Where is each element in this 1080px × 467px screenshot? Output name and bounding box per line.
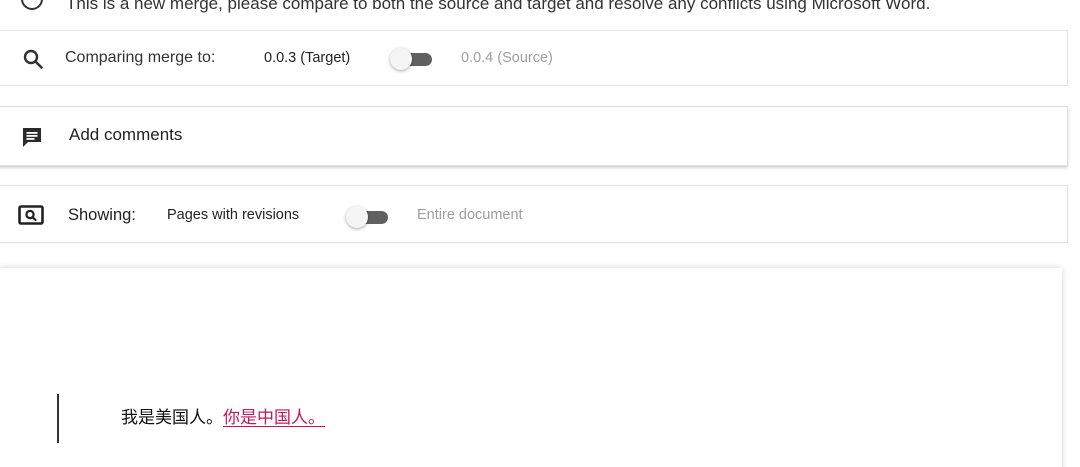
showing-label: Showing: <box>68 206 136 224</box>
info-message: This is a new merge, please compare to b… <box>66 0 931 13</box>
view-icon <box>18 205 44 225</box>
target-version-label[interactable]: 0.0.3 (Target) <box>264 50 350 66</box>
search-icon <box>23 49 43 69</box>
inserted-text[interactable]: 你是中国人。 <box>223 408 337 428</box>
merge-compare-view: This is a new merge, please compare to b… <box>0 0 1080 467</box>
add-comments-row[interactable]: Add comments <box>0 106 1068 166</box>
document-line: 我是美国人。你是中国人。 <box>121 403 337 428</box>
document-preview: 我是美国人。你是中国人。 <box>0 268 1062 467</box>
compare-row: Comparing merge to: 0.0.3 (Target) 0.0.4… <box>0 30 1068 86</box>
source-version-label[interactable]: 0.0.4 (Source) <box>461 50 553 66</box>
original-text: 我是美国人。 <box>121 408 223 428</box>
info-banner: This is a new merge, please compare to b… <box>0 0 1068 28</box>
add-comments-label[interactable]: Add comments <box>69 125 182 145</box>
showing-row: Showing: Pages with revisions Entire doc… <box>0 185 1068 243</box>
compare-toggle[interactable] <box>390 48 434 70</box>
pages-with-revisions-option[interactable]: Pages with revisions <box>167 207 299 223</box>
showing-toggle-thumb[interactable] <box>346 206 368 228</box>
showing-toggle[interactable] <box>346 206 390 228</box>
entire-document-option[interactable]: Entire document <box>417 207 523 223</box>
compare-toggle-thumb[interactable] <box>390 48 412 70</box>
comment-icon <box>23 128 41 147</box>
revision-bar <box>57 394 59 443</box>
info-icon <box>21 0 43 10</box>
compare-label: Comparing merge to: <box>65 49 216 66</box>
